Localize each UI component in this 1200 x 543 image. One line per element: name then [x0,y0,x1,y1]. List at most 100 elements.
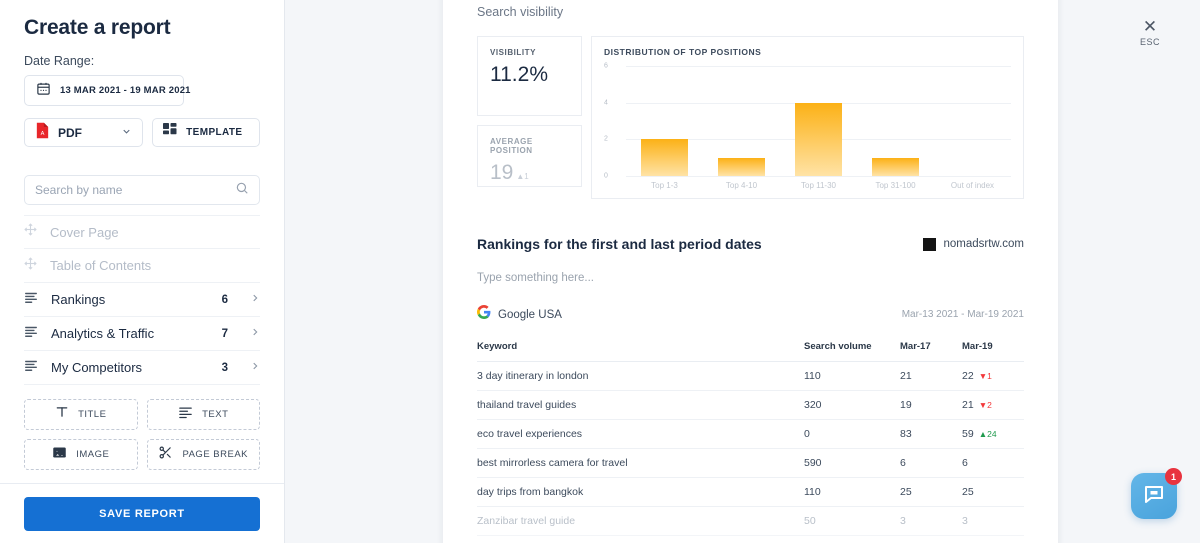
col-search-volume: Search volume [804,341,900,362]
chart-bar-cell [780,66,857,176]
sidebar-item-count: 3 [222,362,228,374]
chevron-right-icon[interactable] [250,361,260,374]
cell-search-volume: 320 [804,391,900,420]
sidebar-item-analytics-traffic[interactable]: Analytics & Traffic 7 [24,317,260,351]
cell-keyword: best mirrorless camera for travel [477,449,804,478]
svg-text:A: A [41,130,45,136]
rankings-title: Rankings for the first and last period d… [477,236,762,252]
sidebar-item-label: Analytics & Traffic [51,326,154,341]
chart-x-tick: Top 11-30 [780,181,857,190]
sidebar-item-count: 7 [222,328,228,340]
chart-title: DISTRIBUTION OF TOP POSITIONS [604,47,1011,57]
add-text-label: TEXT [202,409,228,420]
table-row: day trips from bangkok1102525 [477,478,1024,507]
text-icon [178,405,193,425]
cell-rank-date-1: 25 [900,478,962,507]
cell-search-volume: 590 [804,449,900,478]
drag-handle-icon[interactable] [24,257,37,275]
insert-tools: TITLE TEXT [0,385,284,483]
add-text-button[interactable]: TEXT [147,399,261,430]
col-date-2: Mar-19 [962,341,1024,362]
cell-keyword: eco travel experiences [477,420,804,449]
chart-x-labels: Top 1-3Top 4-10Top 11-30Top 31-100Out of… [626,181,1011,198]
calendar-icon [36,81,51,101]
rankings-header: Rankings for the first and last period d… [477,236,1024,252]
note-input[interactable]: Type something here... [477,272,1024,284]
date-range-picker[interactable]: 13 MAR 2021 - 19 MAR 2021 [24,75,184,106]
search-engine-row: Google USA Mar-13 2021 - Mar-19 2021 [477,305,1024,324]
chevron-right-icon[interactable] [250,293,260,306]
date-range-value: 13 MAR 2021 - 19 MAR 2021 [60,85,191,96]
col-keyword: Keyword [477,341,804,362]
table-row: Thailand guide in pdf011 [477,536,1024,543]
sidebar-item-label: Table of Contents [50,258,151,273]
list-lines-icon [24,290,38,309]
sidebar-item-table-of-contents[interactable]: Table of Contents [24,249,260,283]
report-builder-screen: Create a report Date Range: 13 MAR 2021 … [0,0,1200,543]
save-report-button[interactable]: SAVE REPORT [24,497,260,531]
visibility-card: VISIBILITY 11.2% [477,36,582,116]
template-label: TEMPLATE [186,127,242,138]
sidebar-item-my-competitors[interactable]: My Competitors 3 [24,351,260,385]
sidebar-item-rankings[interactable]: Rankings 6 [24,283,260,317]
export-format-select[interactable]: A PDF [24,118,143,147]
template-button[interactable]: TEMPLATE [152,118,260,147]
cell-rank-date-2: 3 [962,507,1024,536]
chart-x-tick: Top 1-3 [626,181,703,190]
chart-plot-area: 0246 [604,66,1011,176]
distribution-chart-card: DISTRIBUTION OF TOP POSITIONS 0 2 4 6 Top 1… [591,36,1024,199]
cell-rank-date-2: 1 [962,536,1024,543]
table-row: best mirrorless camera for travel59066 [477,449,1024,478]
title-icon [55,405,69,424]
sidebar-item-cover-page[interactable]: Cover Page [24,215,260,249]
drag-handle-icon[interactable] [24,223,37,241]
chevron-down-icon [121,124,132,142]
domain-label: nomadsrtw.com [943,238,1024,250]
cell-rank-date-1: 83 [900,420,962,449]
report-preview-stage: Search visibility VISIBILITY 11.2% AVERA… [285,0,1200,543]
add-title-button[interactable]: TITLE [24,399,138,430]
close-esc-button[interactable]: ✕ ESC [1128,18,1172,47]
sidebar-item-label: Rankings [51,292,105,307]
add-image-label: IMAGE [76,449,109,460]
chart-bar [872,158,919,176]
close-esc-label: ESC [1140,37,1160,47]
page-title: Create a report [24,16,260,40]
cell-search-volume: 110 [804,362,900,391]
cell-rank-date-2: 6 [962,449,1024,478]
cell-search-volume: 110 [804,478,900,507]
pdf-icon: A [35,122,50,144]
cell-keyword: thailand travel guides [477,391,804,420]
chart-y-tick: 6 [604,63,608,70]
chart-bar [641,139,688,176]
rank-change-indicator: ▼1 [979,371,992,381]
chart-bar [718,158,765,176]
chart-y-tick: 4 [604,99,608,106]
cell-rank-date-1: 1 [900,536,962,543]
search-box[interactable] [24,175,260,205]
average-position-value: 19▲1 [490,161,569,185]
favicon-icon [923,238,936,251]
chevron-right-icon[interactable] [250,327,260,340]
engine-date-range: Mar-13 2021 - Mar-19 2021 [902,309,1024,320]
kpi-and-chart-row: VISIBILITY 11.2% AVERAGE POSITION 19▲1 D… [477,36,1024,199]
chart-bars [626,66,1011,176]
date-range-label: Date Range: [24,54,260,68]
chart-y-tick: 0 [604,173,608,180]
close-icon: ✕ [1143,18,1157,35]
chat-widget-button[interactable]: 1 [1131,473,1177,519]
cell-keyword: 3 day itinerary in london [477,362,804,391]
rankings-table: Keyword Search volume Mar-17 Mar-19 3 da… [477,341,1024,543]
cell-search-volume: 50 [804,507,900,536]
list-lines-icon [24,358,38,377]
search-input[interactable] [35,183,235,197]
add-page-break-button[interactable]: PAGE BREAK [147,439,261,470]
table-row: 3 day itinerary in london1102122▼1 [477,362,1024,391]
chart-y-tick: 2 [604,136,608,143]
chart-x-tick: Top 4-10 [703,181,780,190]
add-image-button[interactable]: IMAGE [24,439,138,470]
table-header-row: Keyword Search volume Mar-17 Mar-19 [477,341,1024,362]
report-page: Search visibility VISIBILITY 11.2% AVERA… [443,0,1058,543]
sidebar: Create a report Date Range: 13 MAR 2021 … [0,0,285,543]
save-section: SAVE REPORT [0,483,284,543]
